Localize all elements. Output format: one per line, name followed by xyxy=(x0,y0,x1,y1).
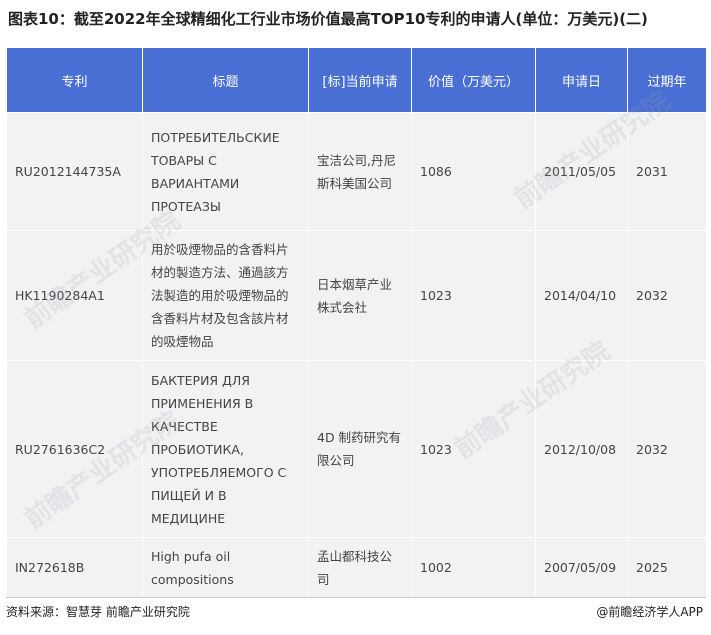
table-row: RU2761636C2 БАКТЕРИЯ ДЛЯ ПРИМЕНЕНИЯ В КА… xyxy=(6,360,707,538)
cell-date: 2014/04/10 xyxy=(535,230,628,361)
cell-patent: RU2012144735A xyxy=(6,112,143,231)
column-header-applicant: [标]当前申请 xyxy=(308,47,412,113)
column-header-patent: 专利 xyxy=(6,47,143,113)
cell-title: ПОТРЕБИТЕЛЬСКИЕ ТОВАРЫ С ВАРИАНТАМИ ПРОТ… xyxy=(142,112,309,231)
cell-value: 1023 xyxy=(411,230,536,361)
cell-expiry: 2025 xyxy=(627,537,707,598)
cell-applicant: 宝洁公司,丹尼斯科美国公司 xyxy=(308,112,412,231)
cell-applicant: 孟山都科技公司 xyxy=(308,537,412,598)
cell-value: 1023 xyxy=(411,360,536,538)
cell-patent: RU2761636C2 xyxy=(6,360,143,538)
cell-title: 用於吸煙物品的含香料片材的製造方法、通過該方法製造的用於吸煙物品的含香料片材及包… xyxy=(142,230,309,361)
cell-value: 1002 xyxy=(411,537,536,598)
cell-date: 2011/05/05 xyxy=(535,112,628,231)
cell-expiry: 2032 xyxy=(627,360,707,538)
cell-applicant: 4D 制药研究有限公司 xyxy=(308,360,412,538)
cell-patent: IN272618B xyxy=(6,537,143,598)
table-header-row: 专利 标题 [标]当前申请 价值（万美元） 申请日 过期年 xyxy=(6,47,707,113)
cell-date: 2012/10/08 xyxy=(535,360,628,538)
footer-divider xyxy=(6,597,706,598)
column-header-expiry: 过期年 xyxy=(627,47,707,113)
cell-expiry: 2032 xyxy=(627,230,707,361)
cell-applicant: 日本烟草产业株式会社 xyxy=(308,230,412,361)
cell-date: 2007/05/09 xyxy=(535,537,628,598)
table-row: HK1190284A1 用於吸煙物品的含香料片材的製造方法、通過該方法製造的用於… xyxy=(6,230,707,361)
brand-label: @前瞻经济学人APP xyxy=(596,605,703,619)
column-header-title: 标题 xyxy=(142,47,309,113)
cell-value: 1086 xyxy=(411,112,536,231)
table-row: RU2012144735A ПОТРЕБИТЕЛЬСКИЕ ТОВАРЫ С В… xyxy=(6,112,707,231)
figure-title: 图表10：截至2022年全球精细化工行业市场价值最高TOP10专利的申请人(单位… xyxy=(8,10,648,28)
cell-patent: HK1190284A1 xyxy=(6,230,143,361)
column-header-date: 申请日 xyxy=(535,47,628,113)
column-header-value: 价值（万美元） xyxy=(411,47,536,113)
table-row: IN272618B High pufa oil compositions 孟山都… xyxy=(6,537,707,598)
source-note: 资料来源：智慧芽 前瞻产业研究院 xyxy=(6,605,190,619)
cell-title: High pufa oil compositions xyxy=(142,537,309,598)
cell-expiry: 2031 xyxy=(627,112,707,231)
cell-title: БАКТЕРИЯ ДЛЯ ПРИМЕНЕНИЯ В КАЧЕСТВЕ ПРОБИ… xyxy=(142,360,309,538)
patent-table: 专利 标题 [标]当前申请 价值（万美元） 申请日 过期年 RU20121447… xyxy=(6,47,707,598)
